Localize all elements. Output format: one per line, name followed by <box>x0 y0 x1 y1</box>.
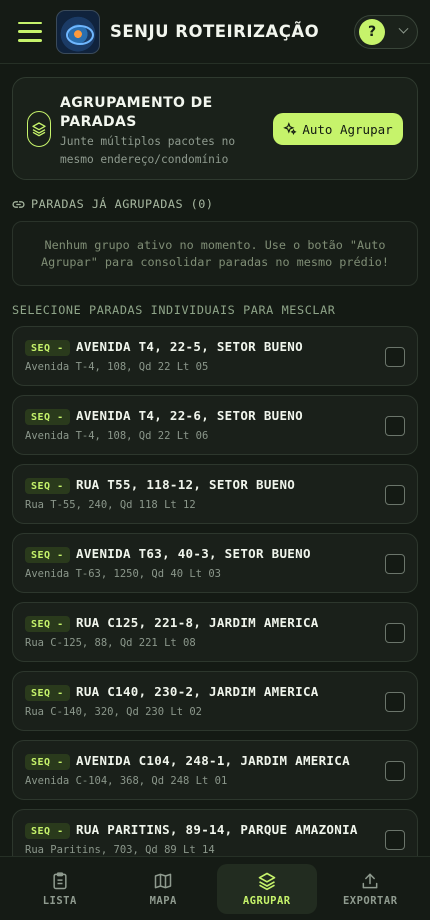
stops-list[interactable]: SEQ - AVENIDA T4, 22-5, SETOR BUENO Aven… <box>12 326 418 856</box>
stop-title: RUA PARITINS, 89-14, PARQUE AMAZONIA <box>76 822 358 837</box>
map-icon <box>155 873 172 888</box>
layers-icon <box>258 872 276 890</box>
seq-badge: SEQ - <box>25 616 70 632</box>
bottom-nav: LISTA MAPA AGRUPAR EXPORTAR <box>0 856 430 920</box>
stop-checkbox[interactable] <box>385 830 405 850</box>
seq-badge: SEQ - <box>25 547 70 563</box>
stop-item[interactable]: SEQ - AVENIDA T63, 40-3, SETOR BUENO Ave… <box>12 533 418 593</box>
stop-item[interactable]: SEQ - RUA T55, 118-12, SETOR BUENO Rua T… <box>12 464 418 524</box>
stop-checkbox[interactable] <box>385 485 405 505</box>
chevron-down-icon <box>398 23 409 34</box>
nav-label: LISTA <box>42 894 77 907</box>
stop-address: Rua C-125, 88, Qd 221 Lt 08 <box>25 637 196 649</box>
select-section-title: SELECIONE PARADAS INDIVIDUAIS PARA MESCL… <box>12 303 336 317</box>
app-title: SENJU ROTEIRIZAÇÃO <box>110 22 320 41</box>
stop-item[interactable]: SEQ - AVENIDA C104, 248-1, JARDIM AMERIC… <box>12 740 418 800</box>
stop-address: Avenida T-4, 108, Qd 22 Lt 06 <box>25 430 209 442</box>
nav-exportar[interactable]: EXPORTAR <box>320 864 420 914</box>
stop-address: Avenida T-63, 1250, Qd 40 Lt 03 <box>25 568 221 580</box>
hamburger-icon[interactable] <box>18 21 42 42</box>
grouping-card: AGRUPAMENTO DE PARADAS Junte múltiplos p… <box>12 77 418 180</box>
grouped-section-header: PARADAS JÁ AGRUPADAS (0) <box>12 197 213 211</box>
help-icon: ? <box>359 18 385 45</box>
stop-title: AVENIDA T4, 22-6, SETOR BUENO <box>76 408 303 423</box>
stop-title: AVENIDA T63, 40-3, SETOR BUENO <box>76 546 311 561</box>
nav-agrupar[interactable]: AGRUPAR <box>216 863 317 914</box>
stop-address: Rua Paritins, 703, Qd 89 Lt 14 <box>25 844 215 856</box>
empty-groups-message: Nenhum grupo ativo no momento. Use o bot… <box>12 221 418 286</box>
seq-badge: SEQ - <box>25 409 70 425</box>
stop-title: AVENIDA T4, 22-5, SETOR BUENO <box>76 339 303 354</box>
stop-checkbox[interactable] <box>385 692 405 712</box>
seq-badge: SEQ - <box>25 478 70 494</box>
stop-item[interactable]: SEQ - AVENIDA T4, 22-6, SETOR BUENO Aven… <box>12 395 418 455</box>
seq-badge: SEQ - <box>25 754 70 770</box>
stop-checkbox[interactable] <box>385 554 405 574</box>
stop-address: Avenida T-4, 108, Qd 22 Lt 05 <box>25 361 209 373</box>
stop-address: Avenida C-104, 368, Qd 248 Lt 01 <box>25 775 228 787</box>
seq-badge: SEQ - <box>25 823 70 839</box>
nav-label: AGRUPAR <box>242 894 291 907</box>
grouping-subtitle: Junte múltiplos pacotes no mesmo endereç… <box>60 135 236 166</box>
nav-mapa[interactable]: MAPA <box>113 864 213 914</box>
stop-title: RUA T55, 118-12, SETOR BUENO <box>76 477 296 492</box>
grouped-section-title: PARADAS JÁ AGRUPADAS (0) <box>31 197 214 211</box>
seq-badge: SEQ - <box>25 340 70 356</box>
upload-icon <box>362 873 378 888</box>
stop-title: RUA C125, 221-8, JARDIM AMERICA <box>76 615 319 630</box>
stop-checkbox[interactable] <box>385 347 405 367</box>
stop-checkbox[interactable] <box>385 761 405 781</box>
auto-group-button[interactable]: Auto Agrupar <box>273 113 403 145</box>
auto-group-label: Auto Agrupar <box>302 121 393 137</box>
clipboard-icon <box>53 871 67 889</box>
stop-title: RUA C140, 230-2, JARDIM AMERICA <box>76 684 319 699</box>
sparkles-icon <box>283 122 297 135</box>
stop-checkbox[interactable] <box>385 623 405 643</box>
layers-icon <box>27 111 51 147</box>
nav-lista[interactable]: LISTA <box>10 864 110 914</box>
stop-item[interactable]: SEQ - RUA PARITINS, 89-14, PARQUE AMAZON… <box>12 809 418 856</box>
seq-badge: SEQ - <box>25 685 70 701</box>
stop-title: AVENIDA C104, 248-1, JARDIM AMERICA <box>76 753 350 768</box>
app-logo <box>56 9 100 54</box>
app-header: SENJU ROTEIRIZAÇÃO ? <box>0 0 430 64</box>
stop-address: Rua T-55, 240, Qd 118 Lt 12 <box>25 499 196 511</box>
stop-checkbox[interactable] <box>385 416 405 436</box>
nav-label: MAPA <box>149 894 177 907</box>
nav-label: EXPORTAR <box>342 894 398 907</box>
stop-item[interactable]: SEQ - AVENIDA T4, 22-5, SETOR BUENO Aven… <box>12 326 418 386</box>
stop-item[interactable]: SEQ - RUA C125, 221-8, JARDIM AMERICA Ru… <box>12 602 418 662</box>
link-icon <box>12 200 25 208</box>
help-dropdown[interactable]: ? <box>354 14 418 49</box>
stop-item[interactable]: SEQ - RUA C140, 230-2, JARDIM AMERICA Ru… <box>12 671 418 731</box>
stop-address: Rua C-140, 320, Qd 230 Lt 02 <box>25 706 203 718</box>
grouping-title: AGRUPAMENTO DE PARADAS <box>60 95 213 130</box>
